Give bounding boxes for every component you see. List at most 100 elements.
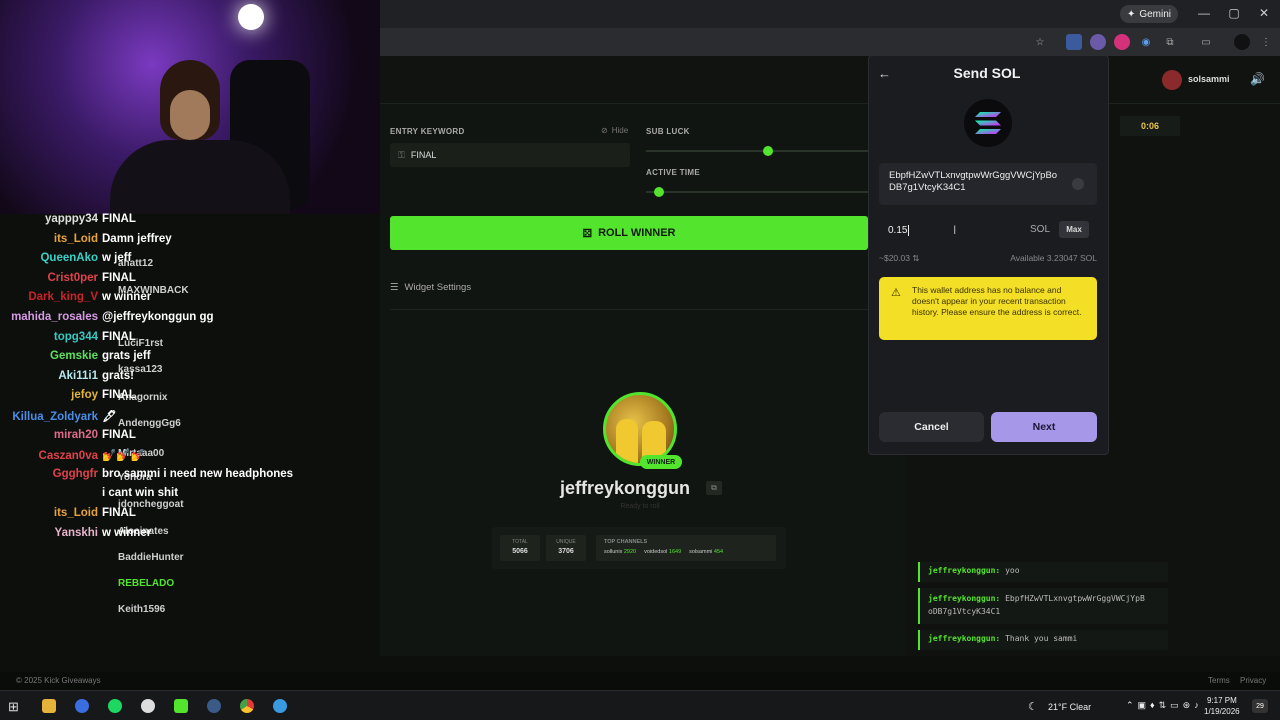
chat-username: topg344: [53, 330, 98, 343]
avatar-figure: [616, 419, 638, 463]
audio-extension-icon[interactable]: ◉: [1138, 34, 1154, 50]
chat-message-text: FINAL: [102, 428, 136, 441]
chat-username: its_Loid: [53, 507, 98, 519]
divider: [390, 309, 868, 310]
clock-time[interactable]: 9:17 PM: [1207, 696, 1237, 705]
clock-date[interactable]: 1/19/2026: [1204, 707, 1240, 716]
overlay-chat-line: Yanskhi w winner: [0, 526, 152, 539]
clear-icon[interactable]: [1072, 178, 1084, 190]
active-time-slider[interactable]: [646, 191, 868, 193]
next-button[interactable]: Next: [991, 412, 1097, 442]
overlay-chat-line: mahida_rosales @jeffreykonggun gg: [0, 311, 213, 323]
overlay-chat-line: its_Loid FINAL: [0, 507, 136, 519]
gemini-button[interactable]: ✦ Gemini: [1120, 5, 1178, 23]
notification-badge[interactable]: 29: [1252, 699, 1268, 713]
maximize-button[interactable]: ▢: [1226, 6, 1242, 20]
moon-weather-icon: ☾: [1028, 701, 1038, 713]
bookmark-star-icon[interactable]: ☆: [1032, 34, 1048, 50]
sub-luck-slider[interactable]: [646, 150, 868, 152]
app-icon[interactable]: [75, 699, 89, 713]
chat-username: yapppy34: [44, 213, 98, 225]
winner-subtitle: Ready to roll: [620, 503, 660, 510]
cancel-button[interactable]: Cancel: [879, 412, 984, 442]
widget-settings-link[interactable]: ☰ Widget Settings: [390, 282, 471, 293]
roll-winner-button[interactable]: ⚄ ROLL WINNER: [390, 216, 868, 250]
channel-name: voidedsol: [644, 549, 668, 555]
chat-message-text: 💅💅💅: [102, 450, 145, 463]
back-arrow-icon[interactable]: ←: [878, 66, 891, 81]
chat-message-text: FINAL: [102, 213, 136, 225]
telegram-icon[interactable]: [273, 699, 287, 713]
chat-username: jefoy: [71, 389, 98, 402]
chat-message: jeffreykonggun: EbpfHZwVTLxnvgtpwWrGggVW…: [918, 588, 1168, 624]
amount-value: 0.15: [888, 224, 908, 236]
stat-unique-label: UNIQUE: [556, 539, 576, 545]
extensions-puzzle-icon[interactable]: ⧉: [1162, 34, 1178, 50]
streamer-face: [170, 90, 210, 140]
profile-avatar[interactable]: [1234, 34, 1250, 50]
channel-count: 454: [713, 549, 724, 555]
file-explorer-icon[interactable]: [42, 699, 56, 713]
extension-icon[interactable]: [1066, 34, 1082, 50]
chat-username: Killua_Zoldyark: [12, 411, 98, 423]
menu-kebab-icon[interactable]: ⋮: [1258, 34, 1274, 50]
chat-message: jeffreykonggun: Thank you sammi: [918, 630, 1168, 650]
terms-link[interactable]: Terms: [1208, 676, 1230, 685]
timer: 0:06: [1120, 116, 1180, 136]
kick-icon[interactable]: [174, 699, 188, 713]
chat-message-text: i cant win shit: [102, 487, 179, 500]
chat-message-text: FINAL: [102, 271, 136, 284]
copy-icon[interactable]: ⧉: [706, 481, 722, 495]
header-username[interactable]: solsammi: [1188, 74, 1230, 84]
overlay-chat-line: Caszan0va 💅💅💅: [0, 448, 145, 462]
widget-settings-label: Widget Settings: [404, 282, 472, 293]
stat-total-label: TOTAL: [512, 539, 528, 545]
warning-triangle-icon: ⚠: [891, 287, 901, 299]
chat-username: Aki11i1: [58, 369, 98, 382]
spotify-icon[interactable]: [108, 699, 122, 713]
chat-message-text: Damn jeffrey: [102, 232, 172, 245]
entry-keyword-label: ENTRY KEYWORD: [390, 127, 465, 136]
chrome-icon[interactable]: [240, 699, 254, 713]
overlay-chat-line: Killua_Zoldyark 🖋: [0, 409, 116, 423]
address-line: EbpfHZwVTLxnvgtpwWrGggVWCjYpBo: [889, 170, 1058, 181]
user-avatar[interactable]: [1162, 70, 1182, 90]
wallet-extension-icon[interactable]: [1090, 34, 1106, 50]
chat-username: Caszan0va: [38, 450, 98, 463]
obs-icon[interactable]: [141, 699, 155, 713]
text-cursor: [908, 224, 910, 236]
overlay-chat-line: jefoy FINAL: [0, 389, 136, 401]
channel-item: voidedsol 1649: [644, 549, 681, 555]
channel-count: 2920: [623, 549, 637, 555]
site-header: [380, 56, 1280, 104]
chat-username: Ggghgfr: [52, 467, 98, 480]
sidebar-icon[interactable]: ▭: [1198, 34, 1214, 50]
system-tray-icons[interactable]: ⌃▣♦⇅▭⊛♪: [1126, 700, 1203, 711]
max-button[interactable]: Max: [1059, 221, 1089, 238]
keyword-value: FINAL: [410, 150, 437, 160]
overlay-chat-line: its_Loid Damn jeffrey: [0, 233, 172, 245]
minimize-button[interactable]: —: [1196, 6, 1212, 20]
speaker-icon[interactable]: 🔊: [1250, 72, 1265, 86]
extension-icon[interactable]: [1114, 34, 1130, 50]
chat-user: jeffreykonggun:: [928, 634, 1001, 643]
channel-item: solsammi 454: [689, 549, 723, 555]
hide-toggle[interactable]: ⊘ Hide: [601, 126, 628, 135]
steam-icon[interactable]: [207, 699, 221, 713]
main-panel: [380, 104, 905, 656]
keyword-input[interactable]: ⚿ FINAL: [390, 143, 630, 167]
usd-value[interactable]: ~$20.03 ⇅: [879, 253, 919, 264]
currency-label: SOL: [1030, 224, 1051, 235]
overlay-chat-line: yapppy34 FINAL: [0, 213, 136, 225]
page-footer: [0, 672, 1280, 690]
privacy-link[interactable]: Privacy: [1240, 676, 1266, 685]
chat-text: oDB7g1VtcyK34C1: [928, 607, 1001, 616]
warning-banner: This wallet address has no balance and d…: [879, 277, 1097, 340]
copyright: © 2025 Kick Giveaways: [16, 676, 101, 685]
close-window-button[interactable]: ✕: [1256, 6, 1272, 20]
chat-username: Yanskhi: [54, 526, 98, 539]
weather-text[interactable]: 21°F Clear: [1048, 702, 1091, 712]
recipient-address-input[interactable]: EbpfHZwVTLxnvgtpwWrGggVWCjYpBo DB7g1VtcyK…: [879, 163, 1097, 205]
entrant-name: AndenggGg6: [118, 418, 181, 429]
windows-start-icon[interactable]: ⊞: [8, 699, 19, 715]
